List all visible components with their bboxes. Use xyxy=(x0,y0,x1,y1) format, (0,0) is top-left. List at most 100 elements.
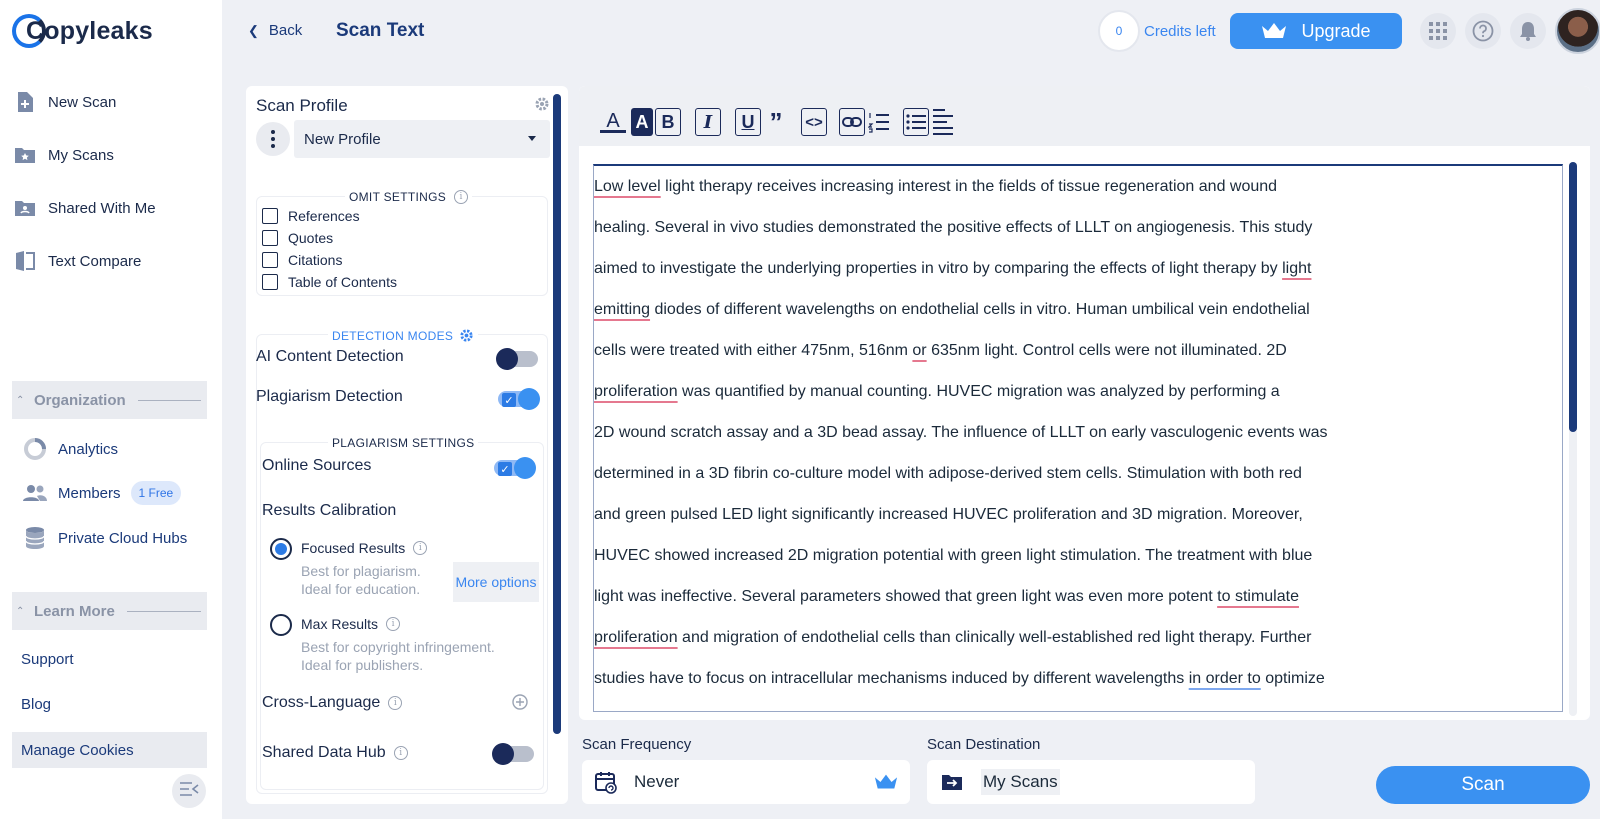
text-segment: 2D wound scratch assay and a 3D bead ass… xyxy=(594,424,1328,441)
ai-detection-toggle[interactable] xyxy=(496,348,538,370)
omit-toc-checkbox[interactable]: Table of Contents xyxy=(262,274,397,290)
page-title: Scan Text xyxy=(336,20,425,41)
align-button[interactable] xyxy=(931,108,955,136)
quote-button[interactable]: ” xyxy=(763,107,789,137)
link-button[interactable] xyxy=(839,108,865,136)
text-scrollbar[interactable] xyxy=(1569,162,1577,716)
highlight-button[interactable]: A xyxy=(631,108,653,136)
help-button[interactable] xyxy=(1465,13,1501,49)
text-line: emitting diodes of different wavelengths… xyxy=(594,289,1550,330)
results-calibration-title: Results Calibration xyxy=(262,502,397,519)
suggestion-phrase[interactable]: in order to xyxy=(1189,670,1261,687)
plagiarism-detection-toggle[interactable]: ✓ xyxy=(498,388,540,410)
underline-button[interactable]: U xyxy=(735,108,761,136)
text-color-button[interactable]: A xyxy=(599,108,627,136)
ordered-list-button[interactable] xyxy=(867,108,891,136)
sidebar-item-private-cloud-hubs[interactable]: Private Cloud Hubs xyxy=(22,525,187,551)
database-icon xyxy=(22,526,48,550)
shared-data-hub-toggle[interactable] xyxy=(492,743,534,765)
link-icon xyxy=(842,117,862,127)
gear-icon[interactable] xyxy=(534,96,550,117)
user-avatar[interactable] xyxy=(1555,8,1600,54)
blog-link[interactable]: Blog xyxy=(21,696,51,713)
omit-references-checkbox[interactable]: References xyxy=(262,208,360,224)
focused-results-radio[interactable] xyxy=(270,538,292,560)
learn-more-section-header[interactable]: ⌃ Learn More xyxy=(12,592,207,630)
text-editor-panel: A A B I U ” <> Low level light therapy r… xyxy=(579,86,1590,720)
code-icon: <> xyxy=(805,113,823,131)
manage-cookies-link[interactable]: Manage Cookies xyxy=(12,732,207,768)
info-icon[interactable]: i xyxy=(454,190,469,204)
scan-button[interactable]: Scan xyxy=(1376,766,1590,804)
chevron-up-icon: ⌃ xyxy=(16,605,25,617)
checkbox[interactable] xyxy=(262,252,278,268)
text-segment: HUVEC showed increased 2D migration pote… xyxy=(594,547,1313,564)
info-icon[interactable]: i xyxy=(413,541,428,555)
upgrade-button[interactable]: Upgrade xyxy=(1230,13,1402,49)
toggle-knob xyxy=(518,388,540,410)
flagged-phrase[interactable]: emitting xyxy=(594,301,650,318)
apps-grid-button[interactable] xyxy=(1420,13,1456,49)
logo-mark-icon xyxy=(12,14,46,48)
omit-citations-checkbox[interactable]: Citations xyxy=(262,252,342,268)
bullet-list-button[interactable] xyxy=(903,108,929,136)
sidebar-item-text-compare[interactable]: Text Compare xyxy=(14,247,141,275)
sidebar-item-shared-with-me[interactable]: Shared With Me xyxy=(14,194,156,222)
bold-button[interactable]: B xyxy=(655,108,681,136)
text-line: proliferation was quantified by manual c… xyxy=(594,371,1550,412)
text-color-icon: A xyxy=(606,109,620,132)
text-segment: this promising therapy in tissue regener… xyxy=(594,711,912,712)
flagged-phrase[interactable]: to stimulate xyxy=(1217,588,1299,605)
copyleaks-logo[interactable]: Copyleaks xyxy=(12,14,153,48)
code-button[interactable]: <> xyxy=(801,108,827,136)
back-button[interactable]: ❮ Back xyxy=(248,22,302,39)
profile-select[interactable]: New Profile xyxy=(294,120,550,158)
notifications-button[interactable] xyxy=(1510,13,1546,49)
credits-label[interactable]: Credits left xyxy=(1144,23,1216,40)
flagged-phrase[interactable]: or xyxy=(912,342,926,359)
gear-icon[interactable] xyxy=(459,328,474,343)
profile-menu-button[interactable] xyxy=(256,122,290,156)
collapse-sidebar-button[interactable] xyxy=(172,774,206,808)
panel-scrollbar[interactable] xyxy=(553,94,561,734)
support-link[interactable]: Support xyxy=(21,651,74,668)
scan-text-input[interactable]: Low level light therapy receives increas… xyxy=(593,164,1563,712)
sidebar-item-members[interactable]: Members 1 Free xyxy=(22,480,182,506)
scrollbar-thumb[interactable] xyxy=(553,94,561,734)
info-icon[interactable]: i xyxy=(393,746,408,760)
crown-icon xyxy=(1262,23,1287,38)
text-segment: aimed to investigate the underlying prop… xyxy=(594,260,1283,277)
sidebar-item-label: Members xyxy=(58,484,121,502)
calendar-refresh-icon xyxy=(594,770,618,794)
formatting-toolbar: A A B I U ” <> xyxy=(579,86,1590,146)
members-icon xyxy=(22,481,48,505)
info-icon[interactable]: i xyxy=(388,696,403,710)
organization-section-header[interactable]: ⌃ Organization xyxy=(12,381,207,419)
more-options-button[interactable]: More options xyxy=(453,562,539,602)
omit-quotes-checkbox[interactable]: Quotes xyxy=(262,230,333,246)
checkbox[interactable] xyxy=(262,274,278,290)
italic-button[interactable]: I xyxy=(695,108,721,136)
text-segment: determined in a 3D fibrin co-culture mod… xyxy=(594,465,1302,482)
checkbox[interactable] xyxy=(262,208,278,224)
flagged-phrase[interactable]: proliferation xyxy=(594,383,678,400)
flagged-phrase[interactable]: light xyxy=(1282,260,1311,277)
scan-frequency-select[interactable]: Never xyxy=(582,760,910,804)
online-sources-toggle[interactable]: ✓ xyxy=(494,457,536,479)
sidebar-item-my-scans[interactable]: My Scans xyxy=(14,141,114,169)
bullet-list-icon xyxy=(906,114,926,130)
flagged-phrase[interactable]: Low level xyxy=(594,178,661,195)
shared-folder-icon xyxy=(14,197,36,219)
scan-destination-select[interactable]: My Scans xyxy=(927,760,1255,804)
flagged-phrase[interactable]: proliferation xyxy=(594,629,678,646)
sidebar-item-new-scan[interactable]: New Scan xyxy=(14,88,116,116)
max-results-radio[interactable] xyxy=(270,614,292,636)
sidebar-item-analytics[interactable]: Analytics xyxy=(22,436,118,462)
text-line: healing. Several in vivo studies demonst… xyxy=(594,207,1550,248)
checkbox[interactable] xyxy=(262,230,278,246)
info-icon[interactable]: i xyxy=(386,617,401,631)
scrollbar-thumb[interactable] xyxy=(1569,162,1577,432)
text-line: light was ineffective. Several parameter… xyxy=(594,576,1550,617)
sidebar-item-label: Text Compare xyxy=(48,252,142,270)
add-circle-icon[interactable] xyxy=(512,694,528,715)
